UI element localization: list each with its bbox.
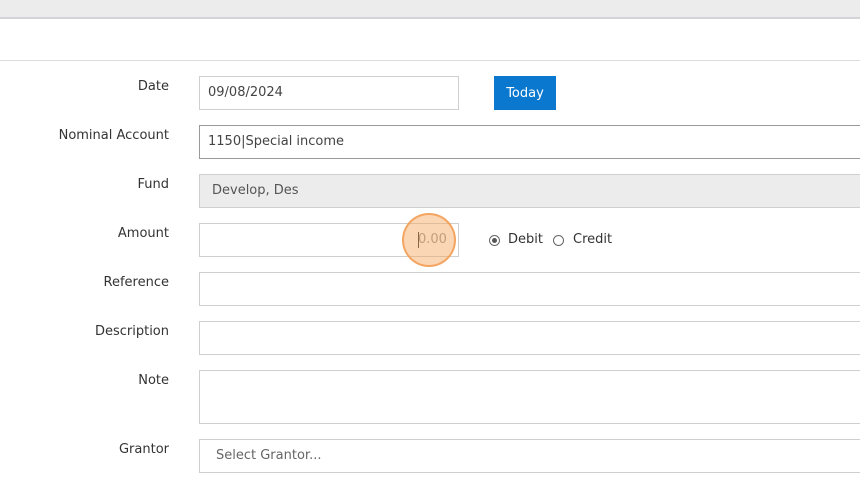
note-label: Note: [138, 373, 169, 388]
grantor-select[interactable]: Select Grantor...: [199, 439, 860, 473]
date-input[interactable]: 09/08/2024: [199, 76, 459, 110]
debit-radio[interactable]: [489, 235, 500, 246]
description-input[interactable]: [199, 321, 860, 355]
top-toolbar: [0, 0, 860, 19]
today-button[interactable]: Today: [494, 76, 556, 110]
credit-label[interactable]: Credit: [573, 232, 612, 247]
amount-placeholder: 0.00: [418, 232, 447, 247]
amount-label: Amount: [117, 226, 169, 241]
description-label: Description: [94, 324, 169, 339]
text-cursor: [418, 232, 419, 248]
fund-label: Fund: [137, 177, 170, 192]
nominal-account-select[interactable]: 1150|Special income: [199, 125, 860, 159]
reference-input[interactable]: [199, 272, 860, 306]
grantor-placeholder: Select Grantor...: [216, 448, 322, 463]
date-value: 09/08/2024: [208, 85, 283, 100]
credit-radio[interactable]: [553, 235, 564, 246]
nominal-account-label: Nominal Account: [58, 128, 169, 143]
debit-label[interactable]: Debit: [508, 232, 543, 247]
fund-value: Develop, Des: [212, 183, 299, 198]
note-textarea[interactable]: [199, 370, 860, 424]
nominal-account-value: 1150|Special income: [208, 134, 345, 149]
grantor-label: Grantor: [118, 442, 169, 457]
date-label: Date: [137, 79, 169, 94]
fund-field: Develop, Des: [199, 174, 860, 208]
header-divider: [0, 60, 860, 61]
reference-label: Reference: [103, 275, 169, 290]
